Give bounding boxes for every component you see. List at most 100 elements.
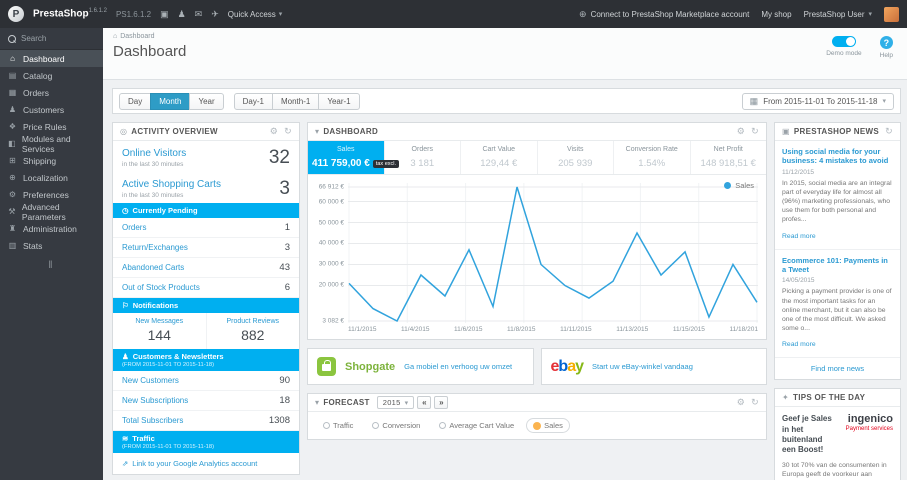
- demo-mode-toggle[interactable]: [831, 36, 856, 47]
- refresh-icon[interactable]: ↻: [751, 126, 759, 137]
- filter-month-minus-1-button[interactable]: Month-1: [271, 92, 320, 110]
- news-headline-link[interactable]: Using social media for your business: 4 …: [782, 147, 893, 166]
- metric-visits[interactable]: Visits 205 939: [538, 141, 614, 174]
- gear-icon[interactable]: ⚙: [737, 397, 745, 408]
- ebay-promo-link[interactable]: Start uw eBay-winkel vandaag: [592, 362, 693, 371]
- activity-overview-panel: ◎ ACTIVITY OVERVIEW ⚙ ↻ Online Visitors …: [112, 122, 300, 475]
- new-subscriptions-link[interactable]: New Subscriptions: [122, 396, 188, 405]
- person-icon[interactable]: ♟: [178, 9, 186, 20]
- filter-month-button[interactable]: Month: [150, 92, 191, 110]
- filter-year-button[interactable]: Year: [189, 92, 224, 110]
- new-customers-link[interactable]: New Customers: [122, 376, 179, 385]
- metric-value: 411 759,00 € tax excl.: [312, 158, 400, 169]
- sidebar-item-advanced-parameters[interactable]: ⚒ Advanced Parameters: [0, 202, 103, 222]
- refresh-icon[interactable]: ↻: [751, 397, 759, 408]
- sidebar-item-preferences[interactable]: ⚙ Preferences: [0, 186, 103, 203]
- filter-day-button[interactable]: Day: [119, 92, 152, 110]
- traffic-icon: ≋: [122, 434, 129, 443]
- online-visitors-sub: in the last 30 minutes: [122, 161, 184, 168]
- shopgate-brand: Shopgate: [345, 360, 396, 373]
- forecast-legend-traffic[interactable]: Traffic: [316, 418, 360, 433]
- envelope-icon[interactable]: ✉: [195, 9, 203, 20]
- prestashop-logo[interactable]: P: [8, 6, 24, 22]
- my-shop-link[interactable]: My shop: [761, 10, 791, 19]
- news-headline-link[interactable]: Ecommerce 101: Payments in a Tweet: [782, 256, 893, 275]
- x-axis-tick: 11/15/2015: [672, 326, 705, 333]
- sidebar-item-price-rules[interactable]: ❖ Price Rules: [0, 118, 103, 135]
- tips-of-the-day-panel: ✦ TIPS OF THE DAY Geef je Sales in het b…: [774, 388, 901, 480]
- panel-title: ACTIVITY OVERVIEW: [131, 127, 218, 136]
- product-reviews-cell[interactable]: Product Reviews 882: [205, 313, 300, 349]
- active-carts-link[interactable]: Active Shopping Carts: [122, 179, 221, 190]
- forecast-next-button[interactable]: »: [434, 396, 449, 409]
- news-icon: ▣: [782, 127, 790, 136]
- forecast-legend-sales[interactable]: Sales: [526, 418, 570, 433]
- pending-orders-link[interactable]: Orders: [122, 223, 146, 232]
- sidebar-item-shipping[interactable]: ⊞ Shipping: [0, 152, 103, 169]
- new-messages-cell[interactable]: New Messages 144: [113, 313, 206, 349]
- customers-section-header: ♟ Customers & Newsletters (FROM 2015-11-0…: [113, 349, 299, 371]
- help-icon[interactable]: ?: [879, 36, 893, 49]
- chart-legend[interactable]: Sales: [724, 181, 754, 190]
- sidebar-search: [0, 28, 103, 50]
- marketplace-link[interactable]: ⊕ Connect to PrestaShop Marketplace accou…: [579, 9, 749, 20]
- gear-icon[interactable]: ⚙: [737, 126, 745, 137]
- sidebar-item-catalog[interactable]: ▤ Catalog: [0, 67, 103, 84]
- filter-day-minus-1-button[interactable]: Day-1: [233, 92, 273, 110]
- metric-net-profit[interactable]: Net Profit 148 918,51 €: [691, 141, 767, 174]
- metric-value: 205 939: [558, 158, 593, 169]
- sidebar-item-administration[interactable]: ♜ Administration: [0, 220, 103, 237]
- user-avatar[interactable]: [884, 6, 899, 22]
- filter-year-minus-1-button[interactable]: Year-1: [318, 92, 360, 110]
- breadcrumb: ⌂ Dashboard: [113, 33, 155, 40]
- find-more-news-link[interactable]: Find more news: [775, 358, 900, 379]
- total-subscribers-link[interactable]: Total Subscribers: [122, 416, 183, 425]
- search-input[interactable]: [21, 34, 91, 43]
- gear-icon[interactable]: ⚙: [270, 126, 278, 137]
- sidebar-item-customers[interactable]: ♟ Customers: [0, 101, 103, 118]
- refresh-icon[interactable]: ↻: [284, 126, 292, 137]
- new-subscriptions-value: 18: [279, 395, 290, 406]
- metric-orders[interactable]: Orders 3 181: [385, 141, 461, 174]
- read-more-link[interactable]: Read more: [782, 233, 816, 240]
- advanced-parameters-icon: ⚒: [8, 207, 16, 216]
- date-range-picker[interactable]: ▦ From 2015-11-01 To 2015-11-18 ▾: [741, 92, 894, 110]
- sidebar-item-stats[interactable]: ▥ Stats: [0, 237, 103, 254]
- calendar-icon: ▦: [749, 95, 759, 106]
- chart-x-axis: 11/1/2015 11/4/2015 11/6/2015 11/8/2015 11/1…: [348, 326, 758, 333]
- refresh-icon[interactable]: ↻: [885, 126, 893, 137]
- online-visitors-link[interactable]: Online Visitors: [122, 148, 186, 159]
- metric-conversion-rate[interactable]: Conversion Rate 1.54%: [614, 141, 691, 174]
- news-article: Ecommerce 101: Payments in a Tweet 14/05…: [775, 250, 900, 359]
- cart-icon[interactable]: ▣: [160, 9, 169, 20]
- forecast-legend-average-cart-value[interactable]: Average Cart Value: [432, 418, 521, 433]
- google-analytics-link[interactable]: ⇗ Link to your Google Analytics account: [113, 453, 299, 474]
- pending-returns-link[interactable]: Return/Exchanges: [122, 243, 188, 252]
- out-of-stock-link[interactable]: Out of Stock Products: [122, 283, 200, 292]
- sidebar-item-modules[interactable]: ◧ Modules and Services: [0, 134, 103, 154]
- panel-caret-icon[interactable]: ▾: [315, 127, 319, 136]
- notifications-section-header: ⚐ Notifications: [113, 298, 299, 313]
- quick-access-menu[interactable]: Quick Access ▾: [228, 10, 283, 19]
- shopgate-promo-link[interactable]: Ga mobiel en verhoog uw omzet: [404, 362, 512, 371]
- sidebar-item-dashboard[interactable]: ⌂ Dashboard: [0, 50, 103, 67]
- read-more-link[interactable]: Read more: [782, 341, 816, 348]
- activity-icon: ◎: [120, 127, 128, 136]
- abandoned-carts-link[interactable]: Abandoned Carts: [122, 263, 184, 272]
- forecast-year-select[interactable]: 2015 ▾: [376, 396, 415, 409]
- panel-title: FORECAST: [323, 398, 370, 407]
- metric-label: Sales: [336, 146, 355, 153]
- collapse-sidebar-button[interactable]: ‖: [0, 260, 103, 271]
- forecast-panel: ▾ FORECAST 2015 ▾ « » ⚙ ↻ Traffic Conver…: [307, 393, 767, 440]
- panel-caret-icon[interactable]: ▾: [315, 398, 319, 407]
- user-menu[interactable]: PrestaShop User ▾: [804, 10, 872, 19]
- rocket-icon[interactable]: ✈: [211, 9, 219, 20]
- forecast-prev-button[interactable]: «: [417, 396, 432, 409]
- orders-icon: ▦: [8, 88, 17, 97]
- sidebar-item-orders[interactable]: ▦ Orders: [0, 84, 103, 101]
- forecast-legend-conversion[interactable]: Conversion: [365, 418, 427, 433]
- sidebar-menu: ⌂ Dashboard ▤ Catalog ▦ Orders ♟ Customers ❖…: [0, 50, 103, 254]
- metric-sales[interactable]: Sales 411 759,00 € tax excl.: [308, 141, 400, 174]
- metric-cart-value[interactable]: Cart Value 129,44 €: [461, 141, 538, 174]
- sidebar-item-localization[interactable]: ⊕ Localization: [0, 169, 103, 186]
